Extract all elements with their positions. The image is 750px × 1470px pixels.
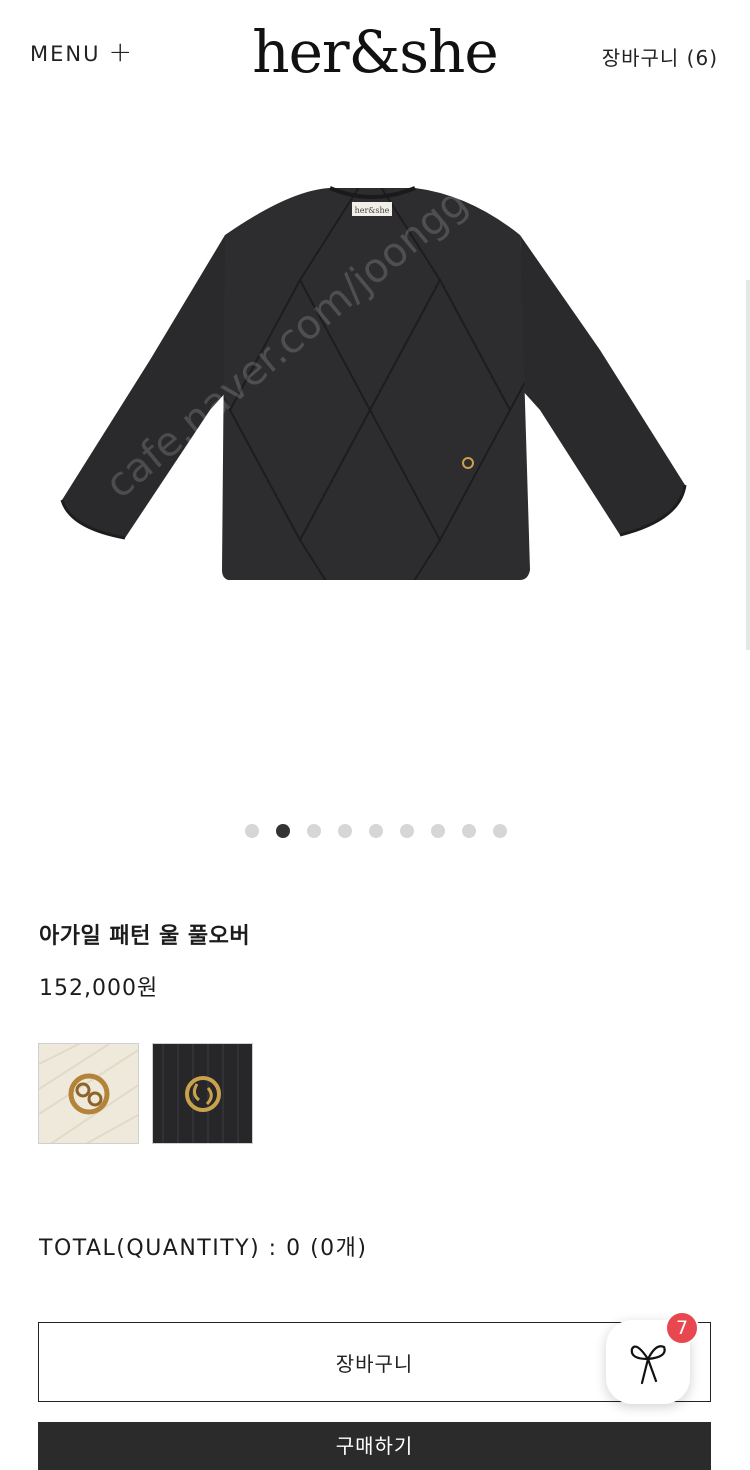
ribbon-icon — [630, 1345, 666, 1385]
product-title: 아가일 패턴 울 풀오버 — [39, 924, 251, 949]
product-image-carousel[interactable]: her&she cafe.naver.com/joonggonara — [0, 110, 750, 810]
site-header: MENU + her&she 장바구니 (6) — [0, 0, 750, 110]
color-swatches — [38, 1043, 253, 1144]
carousel-dot[interactable] — [462, 824, 476, 838]
carousel-dot[interactable] — [431, 824, 445, 838]
carousel-dot[interactable] — [369, 824, 383, 838]
swatch-black[interactable] — [152, 1043, 253, 1144]
notification-badge: 7 — [665, 1311, 699, 1345]
carousel-dot[interactable] — [307, 824, 321, 838]
product-page: MENU + her&she 장바구니 (6) her&she cafe.nav… — [0, 0, 750, 1470]
emblem-icon — [39, 1044, 138, 1143]
carousel-dot-active[interactable] — [276, 824, 290, 838]
carousel-dot[interactable] — [400, 824, 414, 838]
buy-now-button[interactable]: 구매하기 — [38, 1422, 711, 1470]
emblem-icon — [153, 1044, 252, 1143]
cart-link[interactable]: 장바구니 (6) — [602, 42, 718, 71]
product-price: 152,000원 — [39, 976, 159, 1001]
product-image: her&she cafe.naver.com/joonggonara — [60, 110, 687, 580]
carousel-dot[interactable] — [245, 824, 259, 838]
total-quantity: TOTAL(QUANTITY) : 0 (0개) — [39, 1236, 368, 1261]
scrollbar[interactable] — [746, 280, 750, 650]
carousel-dot[interactable] — [338, 824, 352, 838]
swatch-ivory[interactable] — [38, 1043, 139, 1144]
carousel-dot[interactable] — [493, 824, 507, 838]
carousel-dots — [0, 824, 750, 838]
garment-label: her&she — [355, 206, 390, 215]
